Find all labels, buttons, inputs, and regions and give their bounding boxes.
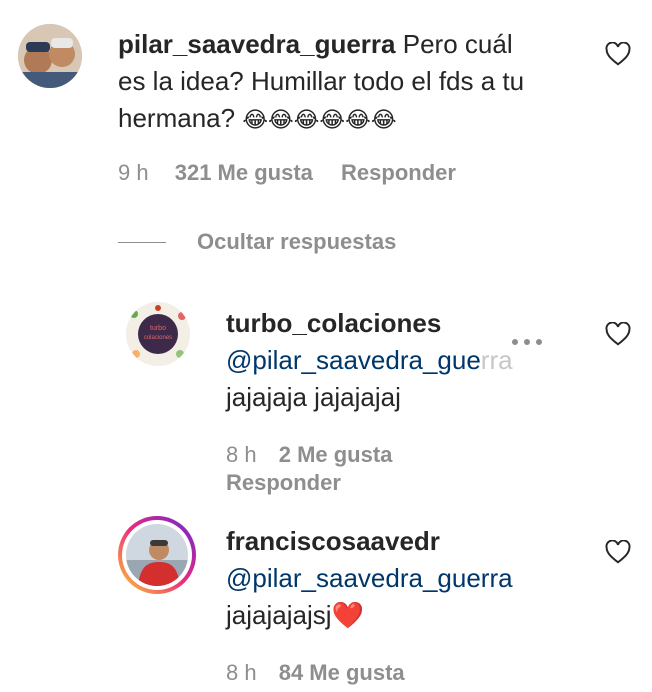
comment-likes[interactable]: 321 Me gusta xyxy=(175,160,313,185)
reply-1-likes[interactable]: 2 Me gusta xyxy=(279,442,393,467)
reply-1-mention[interactable]: @pilar_saavedra_gue xyxy=(226,345,481,375)
reply-1-body: turbo_colaciones @pilar_saavedra_guerra … xyxy=(226,305,513,416)
reply-avatar-turbo[interactable]: turbo colaciones xyxy=(126,302,190,366)
comment-emojis: 😂😂😂😂😂😂 xyxy=(242,107,397,132)
turbo-logo-avatar: turbo colaciones xyxy=(126,302,190,366)
reply-1-username[interactable]: turbo_colaciones xyxy=(226,308,441,338)
reply-1-heart-icon[interactable] xyxy=(605,322,631,346)
comment-time: 9 h xyxy=(118,160,149,185)
reply-1-time: 8 h xyxy=(226,442,257,467)
hide-replies-label: Ocultar respuestas xyxy=(197,229,397,254)
reply-2-likes[interactable]: 84 Me gusta xyxy=(279,660,405,685)
avatar-photo xyxy=(18,24,82,88)
like-heart-icon[interactable] xyxy=(605,42,631,66)
reply-1-meta: 8 h 2 Me gusta xyxy=(226,442,392,468)
comment-text-3: hermana? xyxy=(118,103,236,133)
reply-1-reply-label: Responder xyxy=(226,470,341,495)
francisco-photo xyxy=(126,524,188,586)
comment-username[interactable]: pilar_saavedra_guerra xyxy=(118,29,396,59)
more-options-icon[interactable] xyxy=(512,332,548,350)
comment-meta: 9 h 321 Me gusta Responder xyxy=(118,160,456,186)
reply-button[interactable]: Responder xyxy=(341,160,456,185)
reply-2-time: 8 h xyxy=(226,660,257,685)
reply-avatar-francisco[interactable] xyxy=(118,516,196,594)
reply-1-text: jajajaja jajajajaj xyxy=(226,382,401,412)
reply-2-username[interactable]: franciscosaavedr xyxy=(226,526,440,556)
comment-text-2: es la idea? Humillar todo el fds a tu xyxy=(118,66,525,96)
hide-replies-button[interactable]: Ocultar respuestas xyxy=(197,229,396,255)
reply-2-meta: 8 h 84 Me gusta xyxy=(226,660,405,686)
avatar[interactable] xyxy=(18,24,82,88)
reply-1-mention-fade: rra xyxy=(480,345,513,375)
reply-2-heart-icon[interactable] xyxy=(605,540,631,564)
reply-2-mention[interactable]: @pilar_saavedra_guerra xyxy=(226,563,513,593)
svg-text:turbo: turbo xyxy=(150,325,166,332)
reply-2-body: franciscosaavedr @pilar_saavedra_guerra … xyxy=(226,523,513,634)
reply-1-reply-button[interactable]: Responder xyxy=(226,470,341,496)
svg-text:colaciones: colaciones xyxy=(144,335,172,341)
comment-text-1: Pero cuál xyxy=(402,29,513,59)
reply-2-text: jajajajajsj❤️ xyxy=(226,600,364,630)
divider-line xyxy=(118,242,166,243)
comment-body: pilar_saavedra_guerra Pero cuál es la id… xyxy=(118,26,588,138)
